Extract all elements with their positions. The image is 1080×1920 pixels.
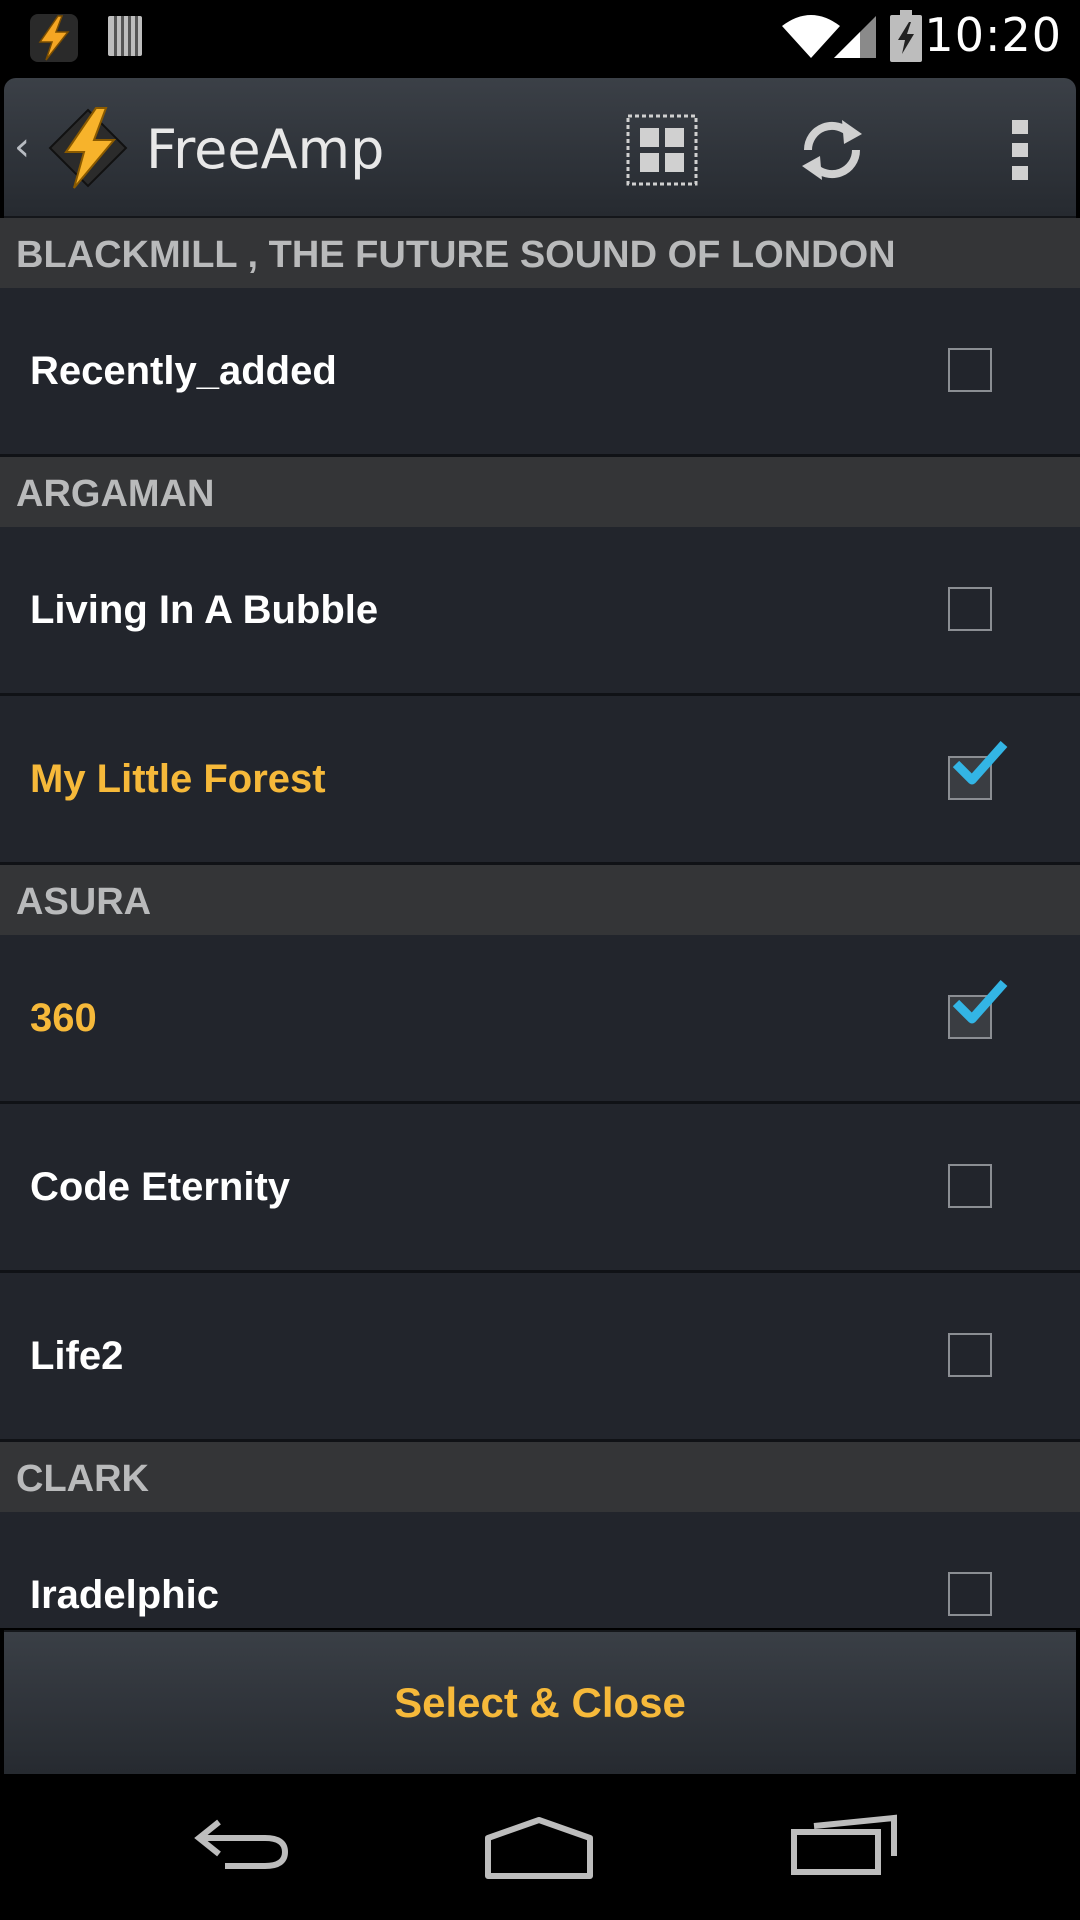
app-bolt-icon xyxy=(30,14,78,62)
app-title: FreeAmp xyxy=(146,118,385,181)
list-item[interactable]: Code Eternity xyxy=(0,1104,1080,1273)
status-bar: 10:20 xyxy=(0,0,1080,75)
section-header: BLACKMILL , THE FUTURE SOUND OF LONDON xyxy=(0,218,1080,288)
section-header: ASURA xyxy=(0,865,1080,935)
signal-icon xyxy=(834,16,876,58)
app-logo-icon[interactable] xyxy=(40,100,136,196)
screen: 10:20 ‹ FreeAmp BLACKMILL , THE FUTURE S… xyxy=(0,0,1080,1920)
recents-icon[interactable] xyxy=(790,1808,900,1888)
back-icon[interactable] xyxy=(185,1808,295,1888)
list-item[interactable]: Living In A Bubble xyxy=(0,527,1080,696)
album-list[interactable]: BLACKMILL , THE FUTURE SOUND OF LONDON R… xyxy=(0,218,1080,1628)
list-item-label: 360 xyxy=(30,996,97,1040)
list-item[interactable]: Iradelphic xyxy=(0,1512,1080,1628)
checkmark-icon xyxy=(952,980,1008,1024)
list-item-label: My Little Forest xyxy=(30,757,326,801)
section-header: CLARK xyxy=(0,1442,1080,1512)
home-icon[interactable] xyxy=(484,1808,594,1888)
grid-view-icon[interactable] xyxy=(622,110,702,190)
section-header: ARGAMAN xyxy=(0,457,1080,527)
checkbox[interactable] xyxy=(948,587,992,631)
list-item-label: Life2 xyxy=(30,1334,124,1378)
up-arrow-icon[interactable]: ‹ xyxy=(14,124,30,170)
storage-icon xyxy=(108,16,142,56)
sync-icon[interactable] xyxy=(792,110,872,190)
overflow-menu-icon[interactable] xyxy=(980,110,1060,190)
list-item-label: Code Eternity xyxy=(30,1165,291,1209)
checkbox[interactable] xyxy=(948,1572,992,1616)
list-item-label: Recently_added xyxy=(30,349,337,393)
list-item-label: Iradelphic xyxy=(30,1573,219,1617)
navigation-bar xyxy=(0,1774,1080,1920)
checkbox[interactable] xyxy=(948,348,992,392)
list-item[interactable]: 360 xyxy=(0,935,1080,1104)
checkbox[interactable] xyxy=(948,1333,992,1377)
action-bar: ‹ FreeAmp xyxy=(4,78,1076,218)
checkmark-icon xyxy=(952,741,1008,785)
list-item[interactable]: Life2 xyxy=(0,1273,1080,1442)
checkbox[interactable] xyxy=(948,1164,992,1208)
select-close-button[interactable]: Select & Close xyxy=(4,1630,1076,1774)
clock: 10:20 xyxy=(924,8,1062,62)
list-item[interactable]: My Little Forest xyxy=(0,696,1080,865)
list-item-label: Living In A Bubble xyxy=(30,588,379,632)
list-item[interactable]: Recently_added xyxy=(0,288,1080,457)
battery-charging-icon xyxy=(890,10,922,62)
